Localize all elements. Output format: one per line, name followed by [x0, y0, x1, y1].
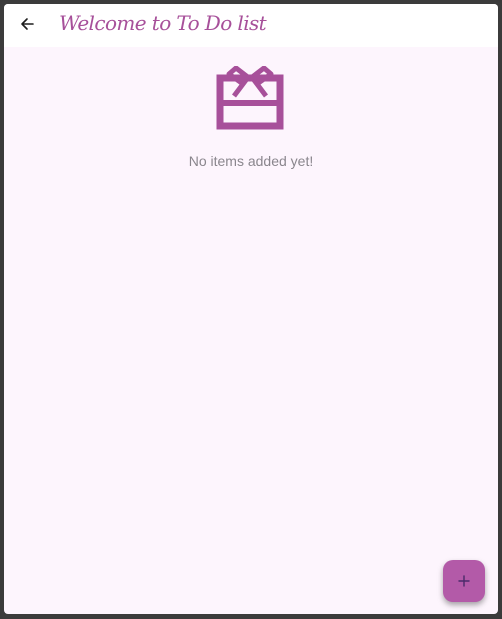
- add-item-button[interactable]: [443, 560, 485, 602]
- page-title: Welcome to To Do list: [59, 11, 267, 35]
- back-button[interactable]: [14, 11, 40, 37]
- plus-icon: [458, 575, 470, 587]
- app-screen: Welcome to To Do list No items added yet…: [4, 4, 498, 614]
- window-frame: Welcome to To Do list No items added yet…: [0, 0, 502, 619]
- app-bar: Welcome to To Do list: [4, 4, 498, 47]
- empty-message: No items added yet!: [188, 153, 314, 169]
- gift-card-icon: [216, 66, 284, 130]
- arrow-back-icon: [21, 18, 34, 30]
